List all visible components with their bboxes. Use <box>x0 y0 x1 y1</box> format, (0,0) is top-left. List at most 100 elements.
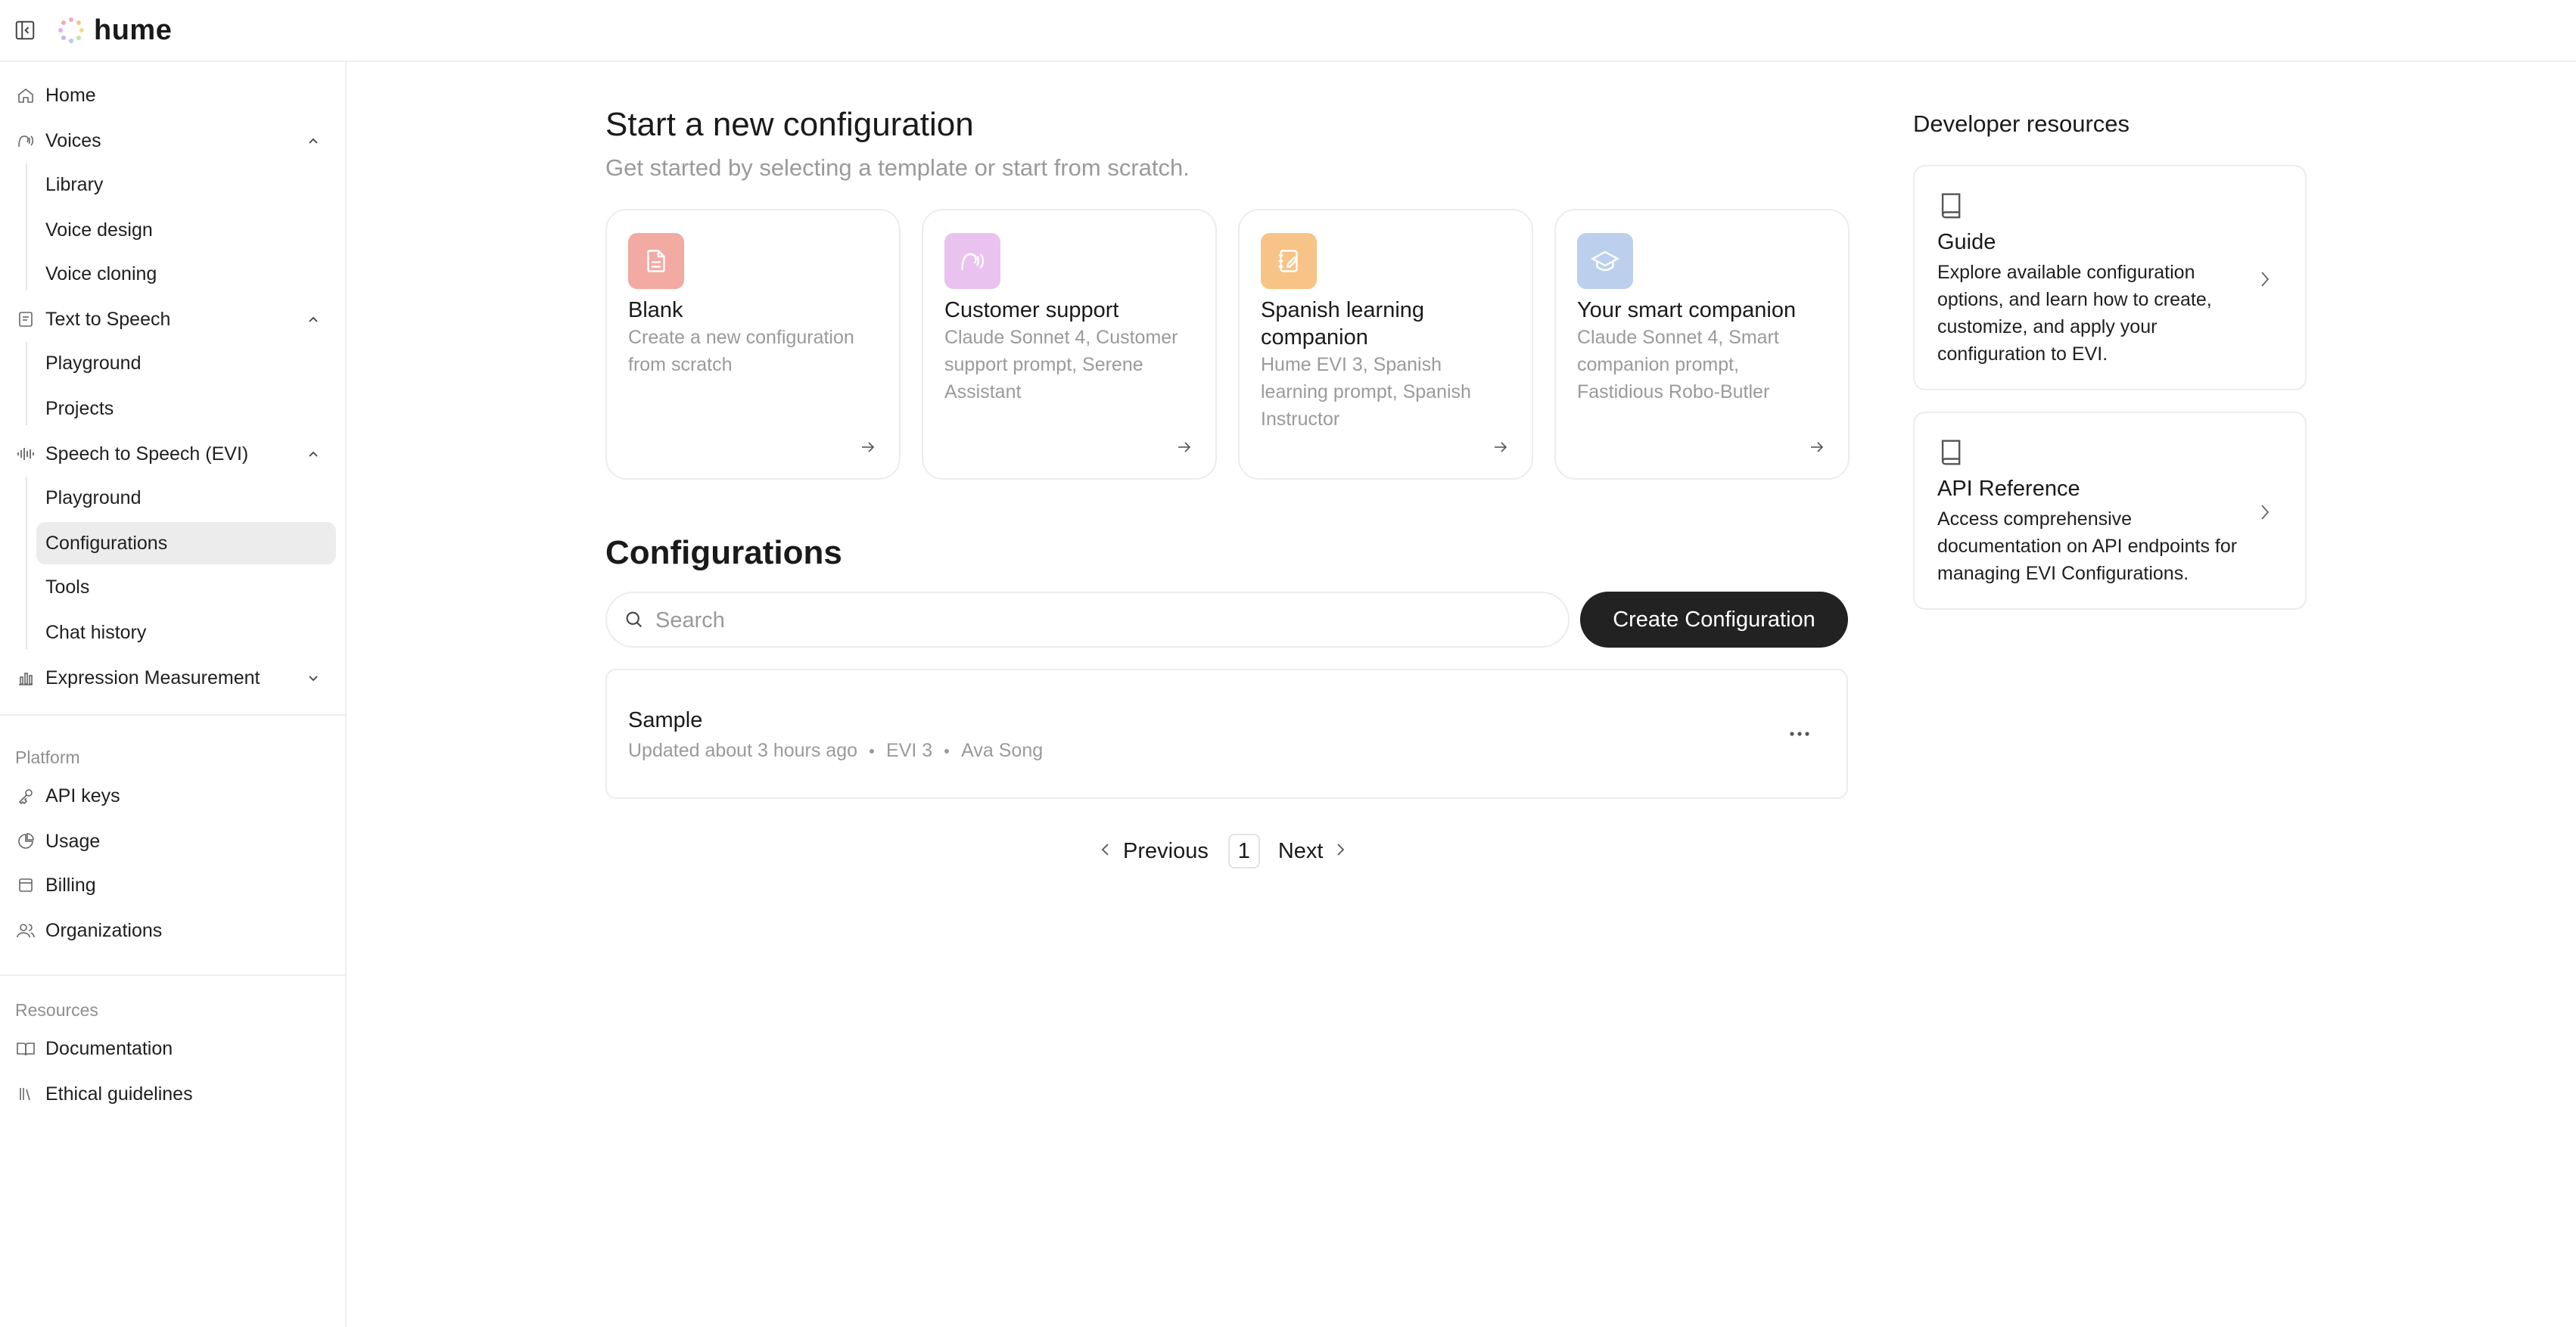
bar-chart-icon <box>15 667 36 688</box>
configuration-model: EVI 3 <box>886 740 933 761</box>
template-title: Blank <box>628 298 683 322</box>
template-card-spanish-learning[interactable]: Spanish learning companion Hume EVI 3, S… <box>1238 209 1533 480</box>
sidebar-item-configurations[interactable]: Configurations <box>0 522 347 564</box>
sidebar-item-label: Tools <box>45 576 90 598</box>
sidebar-item-label: Voice cloning <box>45 263 157 284</box>
separator-dot <box>944 748 950 754</box>
sidebar-item-label: Configurations <box>45 532 168 554</box>
chevron-up-icon[interactable] <box>304 310 322 328</box>
notebook-icon <box>1261 233 1317 289</box>
key-icon <box>15 785 36 806</box>
sidebar-item-label: Playground <box>45 352 142 374</box>
template-card-smart-companion[interactable]: Your smart companion Claude Sonnet 4, Sm… <box>1554 209 1850 480</box>
template-description: Claude Sonnet 4, Customer support prompt… <box>944 327 1178 402</box>
chevron-left-icon <box>1099 839 1112 864</box>
sidebar-item-text-to-speech[interactable]: Text to Speech <box>0 298 347 340</box>
sidebar-item-label: Ethical guidelines <box>45 1083 193 1105</box>
receipt-icon <box>15 875 36 896</box>
waveform-icon <box>15 443 36 465</box>
arrow-right-icon <box>1491 437 1510 457</box>
sidebar-item-label: Voices <box>45 129 101 151</box>
page-number-button[interactable]: 1 <box>1227 834 1260 869</box>
document-icon <box>628 233 684 289</box>
search-input[interactable] <box>655 602 1548 639</box>
api-reference-card[interactable]: API Reference Access comprehensive docum… <box>1913 412 2307 610</box>
page-title: Start a new configuration <box>605 106 974 143</box>
sidebar-item-label: Speech to Speech (EVI) <box>45 443 249 465</box>
template-description: Claude Sonnet 4, Smart companion prompt,… <box>1577 327 1779 402</box>
arrow-right-icon <box>1174 437 1194 457</box>
sidebar-item-usage[interactable]: Usage <box>0 820 347 862</box>
sidebar-item-tools[interactable]: Tools <box>0 566 347 608</box>
sidebar-item-label: Organizations <box>45 919 163 941</box>
sidebar-item-billing[interactable]: Billing <box>0 864 347 906</box>
hume-logo[interactable]: hume <box>58 14 172 47</box>
next-label: Next <box>1277 838 1324 863</box>
sidebar: Home Voices Library Voice design Voice c… <box>0 62 347 1327</box>
configuration-name: Sample <box>628 708 703 732</box>
sidebar-item-home[interactable]: Home <box>0 74 347 117</box>
sidebar-item-label: Usage <box>45 830 101 852</box>
text-document-icon <box>15 309 36 330</box>
sidebar-item-tts-playground[interactable]: Playground <box>0 342 347 384</box>
logo-text: hume <box>94 14 173 46</box>
configurations-heading: Configurations <box>605 534 842 571</box>
sidebar-item-label: Chat history <box>45 621 147 643</box>
sidebar-item-chat-history[interactable]: Chat history <box>0 611 347 654</box>
sidebar-item-speech-to-speech[interactable]: Speech to Speech (EVI) <box>0 433 347 475</box>
sidebar-item-label: Billing <box>45 874 96 896</box>
configuration-row[interactable]: Sample Updated about 3 hours ago EVI 3 A… <box>605 669 1848 799</box>
api-reference-description: Access comprehensive documentation on AP… <box>1937 508 2238 584</box>
next-page-button[interactable]: Next <box>1278 839 1348 864</box>
separator-dot <box>870 748 875 754</box>
chevron-up-icon[interactable] <box>304 132 322 150</box>
sidebar-item-label: API keys <box>45 785 120 806</box>
sidebar-item-api-keys[interactable]: API keys <box>0 775 347 817</box>
sidebar-item-projects[interactable]: Projects <box>0 387 347 430</box>
users-icon <box>15 920 36 941</box>
guide-title: Guide <box>1937 230 1996 254</box>
sidebar-item-label: Expression Measurement <box>45 667 260 688</box>
chevron-right-icon <box>2257 268 2273 291</box>
chevron-down-icon[interactable] <box>304 669 322 687</box>
search-icon <box>622 608 646 632</box>
voice-icon <box>15 130 36 151</box>
chevron-up-icon[interactable] <box>304 445 322 463</box>
sidebar-item-organizations[interactable]: Organizations <box>0 909 347 952</box>
template-description: Hume EVI 3, Spanish learning prompt, Spa… <box>1261 354 1471 430</box>
sidebar-item-expression-measurement[interactable]: Expression Measurement <box>0 657 347 699</box>
sidebar-toggle-icon[interactable] <box>14 19 36 42</box>
sidebar-item-label: Projects <box>45 397 114 419</box>
sidebar-item-voice-design[interactable]: Voice design <box>0 209 347 251</box>
sidebar-item-library[interactable]: Library <box>0 163 347 206</box>
sidebar-divider <box>0 714 345 716</box>
guide-description: Explore available configuration options,… <box>1937 262 2212 365</box>
book-icon <box>1937 436 1966 469</box>
open-book-icon <box>15 1038 36 1059</box>
template-description: Create a new configuration from scratch <box>628 327 854 375</box>
sidebar-item-documentation[interactable]: Documentation <box>0 1027 347 1070</box>
logo-mark-icon <box>58 17 84 43</box>
library-icon <box>15 1083 36 1105</box>
sidebar-item-voice-cloning[interactable]: Voice cloning <box>0 253 347 295</box>
guide-card[interactable]: Guide Explore available configuration op… <box>1913 165 2307 390</box>
template-title: Your smart companion <box>1577 298 1797 322</box>
previous-label: Previous <box>1123 838 1209 863</box>
more-options-icon[interactable] <box>1783 719 1816 749</box>
voice-icon <box>944 233 1000 289</box>
template-card-customer-support[interactable]: Customer support Claude Sonnet 4, Custom… <box>922 209 1217 480</box>
sidebar-item-ethical-guidelines[interactable]: Ethical guidelines <box>0 1073 347 1115</box>
sidebar-item-voices[interactable]: Voices <box>0 120 347 162</box>
configuration-updated: Updated about 3 hours ago <box>628 740 858 761</box>
create-configuration-button[interactable]: Create Configuration <box>1580 592 1848 648</box>
top-bar: hume <box>0 0 2576 62</box>
pie-chart-icon <box>15 831 36 852</box>
api-reference-title: API Reference <box>1937 477 2080 501</box>
template-title: Customer support <box>944 298 1119 322</box>
template-card-blank[interactable]: Blank Create a new configuration from sc… <box>605 209 901 480</box>
chevron-right-icon <box>2257 501 2273 524</box>
sidebar-item-label: Documentation <box>45 1037 173 1059</box>
previous-page-button[interactable]: Previous <box>1099 839 1209 864</box>
sidebar-item-evi-playground[interactable]: Playground <box>0 477 347 519</box>
arrow-right-icon <box>858 437 878 457</box>
